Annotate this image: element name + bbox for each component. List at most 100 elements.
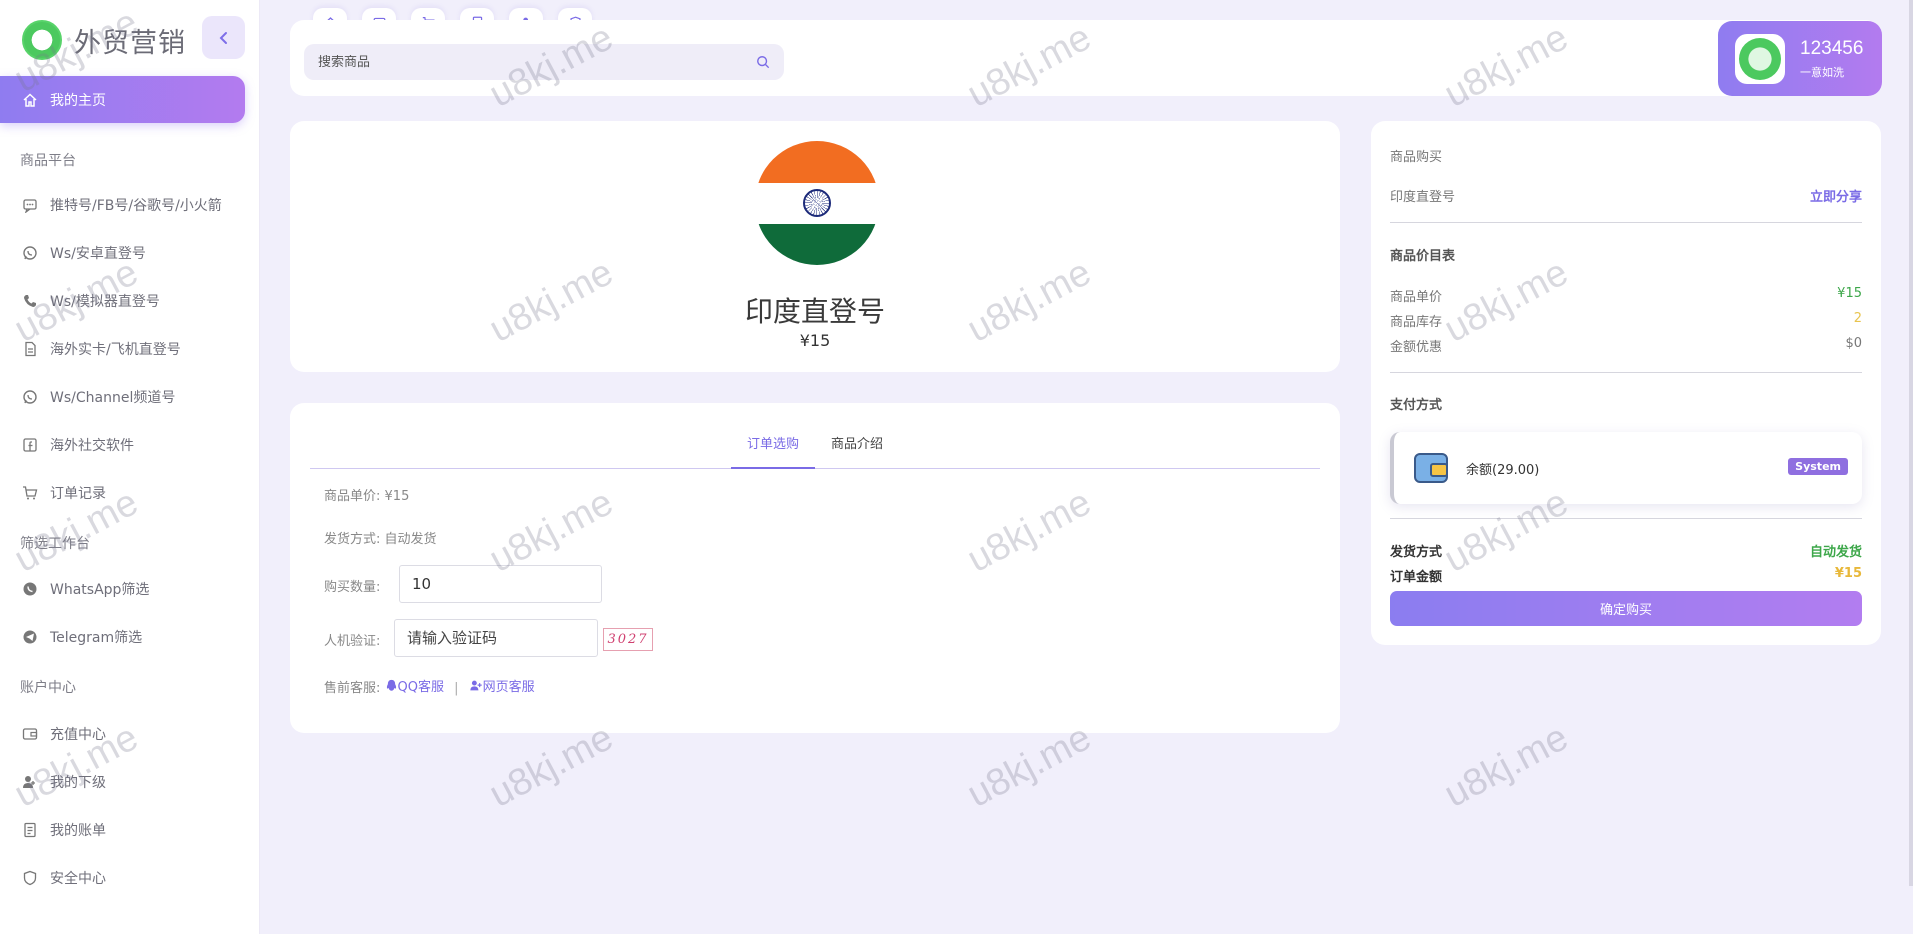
- users-icon: [23, 776, 35, 788]
- service-label: 售前客服:: [324, 681, 381, 696]
- sidebar-item-bills[interactable]: 我的账单: [22, 815, 106, 845]
- facebook-icon: [23, 438, 37, 452]
- quantity-input[interactable]: [399, 565, 602, 603]
- captcha-label: 人机验证:: [324, 634, 381, 649]
- user-card[interactable]: 123456 一意如洗: [1718, 21, 1882, 96]
- total-value: ¥15: [1834, 566, 1862, 581]
- whatsapp-icon: [23, 246, 37, 260]
- chevron-left-icon: [219, 31, 227, 44]
- search-input[interactable]: [318, 54, 756, 70]
- sidebar-item-subordinates[interactable]: 我的下级: [22, 767, 106, 797]
- product-share-row: 印度直登号 立即分享: [1390, 186, 1862, 205]
- user-name: 123456: [1800, 37, 1864, 59]
- tab-order-select[interactable]: 订单选购: [730, 433, 815, 469]
- brand-name: 外贸营销: [74, 27, 186, 59]
- tab-product-intro[interactable]: 商品介绍: [815, 433, 899, 469]
- delivery-value: 自动发货: [384, 532, 437, 547]
- delivery-summary-label: 发货方式: [1390, 545, 1443, 560]
- unit-price-label: 商品单价:: [324, 489, 381, 504]
- phone-icon: [24, 295, 36, 307]
- sidebar-item-sim-card[interactable]: 海外实卡/飞机直登号: [22, 334, 181, 364]
- qq-icon: [386, 679, 396, 691]
- sidebar-item-home[interactable]: 我的主页: [0, 76, 245, 123]
- share-link[interactable]: 立即分享: [1810, 186, 1862, 205]
- whatsapp-icon: [23, 390, 37, 404]
- sidebar-item-ws-channel[interactable]: Ws/Channel频道号: [22, 382, 175, 412]
- qq-service-label: QQ客服: [397, 680, 444, 695]
- price-row-value: $0: [1845, 336, 1862, 351]
- bill-icon: [24, 822, 36, 838]
- sidebar-item-social-apps[interactable]: 海外社交软件: [22, 430, 134, 460]
- payment-title: 支付方式: [1390, 398, 1443, 413]
- product-title: 印度直登号: [744, 295, 885, 328]
- product-card: 印度直登号 ¥15: [290, 121, 1340, 372]
- delivery-summary-value: 自动发货: [1809, 545, 1862, 560]
- search-icon[interactable]: [756, 55, 770, 69]
- delivery-row: 发货方式: 自动发货: [324, 528, 437, 547]
- divider: [1390, 372, 1862, 373]
- product-price: ¥15: [799, 331, 831, 350]
- user-motto: 一意如洗: [1800, 65, 1844, 79]
- avatar: [1735, 33, 1785, 84]
- service-row: 售前客服: QQ客服 | 网页客服: [324, 676, 535, 696]
- section-title-filters: 筛选工作台: [20, 536, 90, 552]
- captcha-input[interactable]: [394, 619, 598, 657]
- section-title-products: 商品平台: [20, 153, 76, 169]
- page-scrollbar[interactable]: [1909, 0, 1913, 886]
- chat-icon: [23, 199, 37, 213]
- unit-price-row: 商品单价: ¥15: [324, 485, 409, 504]
- sidebar-item-recharge[interactable]: 充值中心: [22, 719, 106, 749]
- qq-service-link[interactable]: QQ客服: [385, 676, 444, 695]
- brand-logo: [22, 20, 62, 60]
- web-service-link[interactable]: 网页客服: [469, 676, 535, 695]
- captcha-image[interactable]: 3027: [603, 628, 653, 651]
- divider: [1390, 222, 1862, 223]
- order-tabs: 订单选购 商品介绍: [310, 433, 1320, 469]
- sidebar-item-label: 海外实卡/飞机直登号: [50, 342, 181, 358]
- price-row-label: 商品库存: [1390, 315, 1443, 330]
- sidebar-item-label: 海外社交软件: [50, 438, 134, 454]
- purchase-heading: 商品购买: [1390, 150, 1443, 165]
- sidebar-collapse-button[interactable]: [202, 16, 245, 59]
- order-card: 订单选购 商品介绍 商品单价: ¥15 发货方式: 自动发货 购买数量: 人机验…: [290, 403, 1340, 733]
- telegram-icon: [23, 630, 37, 644]
- payment-option-label: 余额(29.00): [1466, 462, 1540, 478]
- price-row-discount: 金额优惠 $0: [1390, 336, 1862, 355]
- sidebar-item-ws-emulator[interactable]: Ws/模拟器直登号: [22, 286, 160, 316]
- price-row-unit: 商品单价 ¥15: [1390, 286, 1862, 305]
- sidebar-item-label: Ws/模拟器直登号: [50, 294, 160, 310]
- sidebar-item-whatsapp-filter[interactable]: WhatsApp筛选: [22, 574, 149, 604]
- sidebar-item-telegram-filter[interactable]: Telegram筛选: [22, 622, 142, 652]
- add-user-icon: [469, 680, 482, 691]
- ashoka-chakra: [803, 189, 831, 217]
- wallet-icon: [1414, 453, 1448, 483]
- sidebar-item-label: 订单记录: [50, 486, 106, 502]
- total-row: 订单金额 ¥15: [1390, 566, 1862, 585]
- price-row-label: 金额优惠: [1390, 340, 1443, 355]
- sidebar-item-orders[interactable]: 订单记录: [22, 478, 106, 508]
- total-label: 订单金额: [1390, 570, 1443, 585]
- purchase-card: 商品购买 印度直登号 立即分享 商品价目表 商品单价 ¥15 商品库存 2 金额…: [1371, 121, 1881, 645]
- price-row-value: ¥15: [1837, 286, 1862, 301]
- sidebar-item-label: 推特号/FB号/谷歌号/小火箭: [50, 198, 222, 214]
- sidebar-item-label: 我的下级: [50, 775, 106, 791]
- price-list-title: 商品价目表: [1390, 249, 1456, 264]
- brand: 外贸营销: [22, 18, 186, 62]
- payment-option-balance[interactable]: 余额(29.00) System: [1390, 432, 1862, 504]
- cart-icon: [23, 486, 38, 500]
- sidebar-item-label: 我的主页: [50, 92, 106, 109]
- sidebar-item-label: Ws/Channel频道号: [50, 390, 176, 406]
- sidebar-item-label: Ws/安卓直登号: [50, 246, 146, 262]
- home-icon: [23, 92, 37, 107]
- divider: [1390, 518, 1862, 519]
- separator: |: [454, 681, 459, 696]
- unit-price-value: ¥15: [384, 489, 410, 504]
- sidebar-item-security[interactable]: 安全中心: [22, 863, 106, 893]
- confirm-purchase-button[interactable]: 确定购买: [1390, 591, 1862, 626]
- sidebar-item-label: WhatsApp筛选: [50, 582, 150, 598]
- watermark: u8kj.me: [1437, 716, 1575, 816]
- sidebar-item-label: 我的账单: [50, 823, 106, 839]
- sidebar-item-twitter-fb[interactable]: 推特号/FB号/谷歌号/小火箭: [22, 190, 222, 220]
- shield-icon: [23, 870, 37, 886]
- sidebar-item-ws-android[interactable]: Ws/安卓直登号: [22, 238, 146, 268]
